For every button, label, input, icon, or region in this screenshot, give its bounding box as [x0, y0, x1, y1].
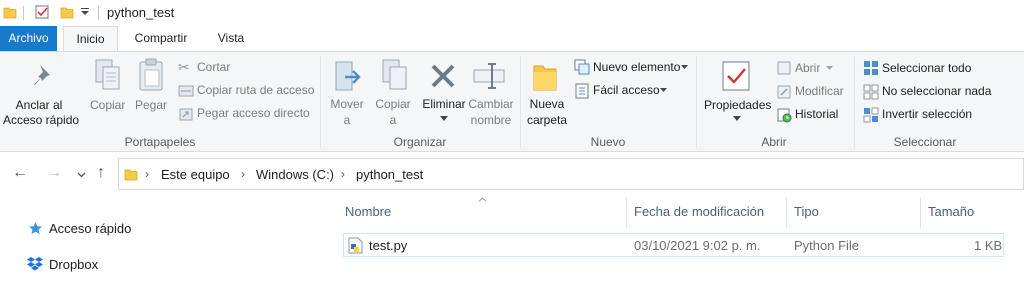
breadcrumb-chevron-icon[interactable]: ›	[241, 167, 245, 181]
breadcrumb-chevron-icon[interactable]: ›	[145, 167, 149, 181]
group-label-abrir: Abrir	[761, 135, 787, 149]
pin-label-1: Anclar al	[15, 98, 63, 112]
tab-compartir[interactable]: Compartir	[122, 26, 200, 51]
history-button[interactable]: Historial	[795, 107, 838, 122]
star-icon	[29, 222, 42, 235]
copy-button[interactable]: Copiar	[90, 98, 125, 113]
select-none-button[interactable]: No seleccionar nada	[882, 84, 991, 99]
copy-to-icon	[382, 59, 407, 90]
group-label-portapapeles: Portapapeles	[124, 135, 196, 149]
column-header-modified[interactable]: Fecha de modificación	[634, 204, 764, 219]
paste-button[interactable]: Pegar	[135, 98, 167, 113]
nav-item-dropbox[interactable]: Dropbox	[49, 257, 98, 272]
tab-vista[interactable]: Vista	[205, 26, 257, 51]
new-folder-label-2: carpeta	[526, 113, 568, 127]
navigation-row: ← → ↑ › Este equipo › Windows (C:) › pyt…	[0, 158, 1024, 190]
copy-path-icon	[178, 85, 194, 97]
delete-dropdown-icon	[440, 116, 448, 121]
move-to-button[interactable]: Mover	[325, 97, 369, 112]
ribbon: Anclar al Acceso rápido Copiar Pegar ✂ C…	[0, 51, 1024, 152]
move-to-icon	[335, 61, 361, 91]
forward-arrow-icon[interactable]: →	[46, 164, 62, 182]
invert-selection-button[interactable]: Invertir selección	[882, 107, 972, 122]
group-label-nuevo: Nuevo	[590, 135, 626, 149]
breadcrumb-este-equipo[interactable]: Este equipo	[161, 167, 230, 182]
select-none-icon	[863, 84, 879, 100]
properties-dropdown-icon	[733, 116, 741, 121]
copy-to-dropdown[interactable]: a	[371, 113, 415, 128]
easy-access-icon	[575, 83, 589, 99]
ribbon-tabs: Archivo Inicio Compartir Vista	[0, 26, 1024, 51]
easy-access-dropdown-icon	[660, 88, 667, 92]
file-row[interactable]: test.py 03/10/2021 9:02 p. m. Python Fil…	[343, 233, 1004, 257]
pin-quick-access-button[interactable]: Anclar al Acceso rápido	[3, 96, 80, 130]
cut-button[interactable]: Cortar	[197, 60, 230, 75]
up-arrow-icon[interactable]: ↑	[97, 164, 105, 182]
group-label-organizar: Organizar	[393, 135, 447, 149]
customize-toolbar-icon[interactable]	[81, 8, 89, 16]
history-icon	[777, 108, 792, 123]
breadcrumb-windows-c[interactable]: Windows (C:)	[256, 167, 334, 182]
rename-button[interactable]: Cambiar	[466, 97, 516, 112]
properties-icon	[722, 61, 750, 91]
scissors-icon: ✂	[178, 59, 190, 75]
open-icon	[777, 61, 791, 75]
dropbox-icon	[27, 257, 43, 271]
paste-shortcut-icon	[179, 108, 193, 121]
select-all-button[interactable]: Seleccionar todo	[882, 61, 971, 76]
new-item-button[interactable]: Nuevo elemento	[593, 60, 680, 75]
recent-locations-chevron-icon[interactable]	[77, 172, 86, 178]
delete-icon	[431, 64, 455, 88]
properties-button[interactable]: Propiedades	[704, 98, 771, 113]
column-header-name[interactable]: Nombre	[345, 204, 391, 219]
address-folder-icon	[124, 169, 138, 181]
edit-button[interactable]: Modificar	[795, 84, 844, 99]
pin-icon	[34, 65, 50, 85]
delete-button[interactable]: Eliminar	[420, 97, 468, 112]
address-bar[interactable]: › Este equipo › Windows (C:) › python_te…	[118, 158, 1024, 190]
edit-icon	[777, 85, 791, 99]
easy-access-button[interactable]: Fácil acceso	[593, 83, 660, 98]
select-all-icon	[864, 61, 878, 75]
new-item-icon	[574, 59, 590, 75]
open-dropdown-icon	[826, 66, 833, 70]
open-button[interactable]: Abrir	[795, 61, 820, 76]
rename-label-2: nombre	[470, 113, 512, 127]
folder-icon	[3, 7, 17, 19]
copy-to-button[interactable]: Copiar	[371, 97, 415, 112]
group-label-seleccionar: Seleccionar	[893, 135, 957, 149]
back-arrow-icon[interactable]: ←	[12, 164, 28, 182]
new-folder-quick-icon[interactable]	[60, 5, 74, 19]
invert-selection-icon	[863, 107, 879, 123]
move-to-dropdown[interactable]: a	[325, 113, 369, 128]
paste-icon	[139, 58, 163, 91]
column-header-size[interactable]: Tamaño	[928, 204, 974, 219]
breadcrumb-chevron-icon[interactable]: ›	[341, 167, 345, 181]
sort-up-icon	[478, 197, 487, 202]
file-modified: 03/10/2021 9:02 p. m.	[634, 238, 761, 253]
file-name[interactable]: test.py	[369, 238, 407, 253]
file-size: 1 KB	[974, 238, 1003, 253]
window-title: python_test	[107, 5, 175, 20]
tab-archivo[interactable]: Archivo	[0, 26, 57, 51]
column-header-type[interactable]: Tipo	[794, 204, 819, 219]
rename-icon	[473, 63, 505, 89]
nav-item-quick-access[interactable]: Acceso rápido	[49, 221, 131, 236]
title-bar: python_test	[0, 0, 1024, 26]
properties-quick-icon[interactable]	[34, 4, 50, 20]
file-type: Python File	[794, 238, 860, 253]
python-file-icon	[348, 237, 363, 254]
new-folder-icon	[533, 65, 557, 91]
tab-inicio[interactable]: Inicio	[63, 26, 118, 51]
copy-icon	[95, 59, 120, 90]
pin-label-2: Acceso rápido	[3, 113, 80, 127]
paste-shortcut-button[interactable]: Pegar acceso directo	[197, 106, 310, 121]
new-folder-button[interactable]: Nueva	[524, 97, 570, 112]
copy-path-button[interactable]: Copiar ruta de acceso	[197, 83, 314, 98]
new-item-dropdown-icon	[681, 65, 688, 69]
breadcrumb-python-test[interactable]: python_test	[356, 167, 423, 182]
